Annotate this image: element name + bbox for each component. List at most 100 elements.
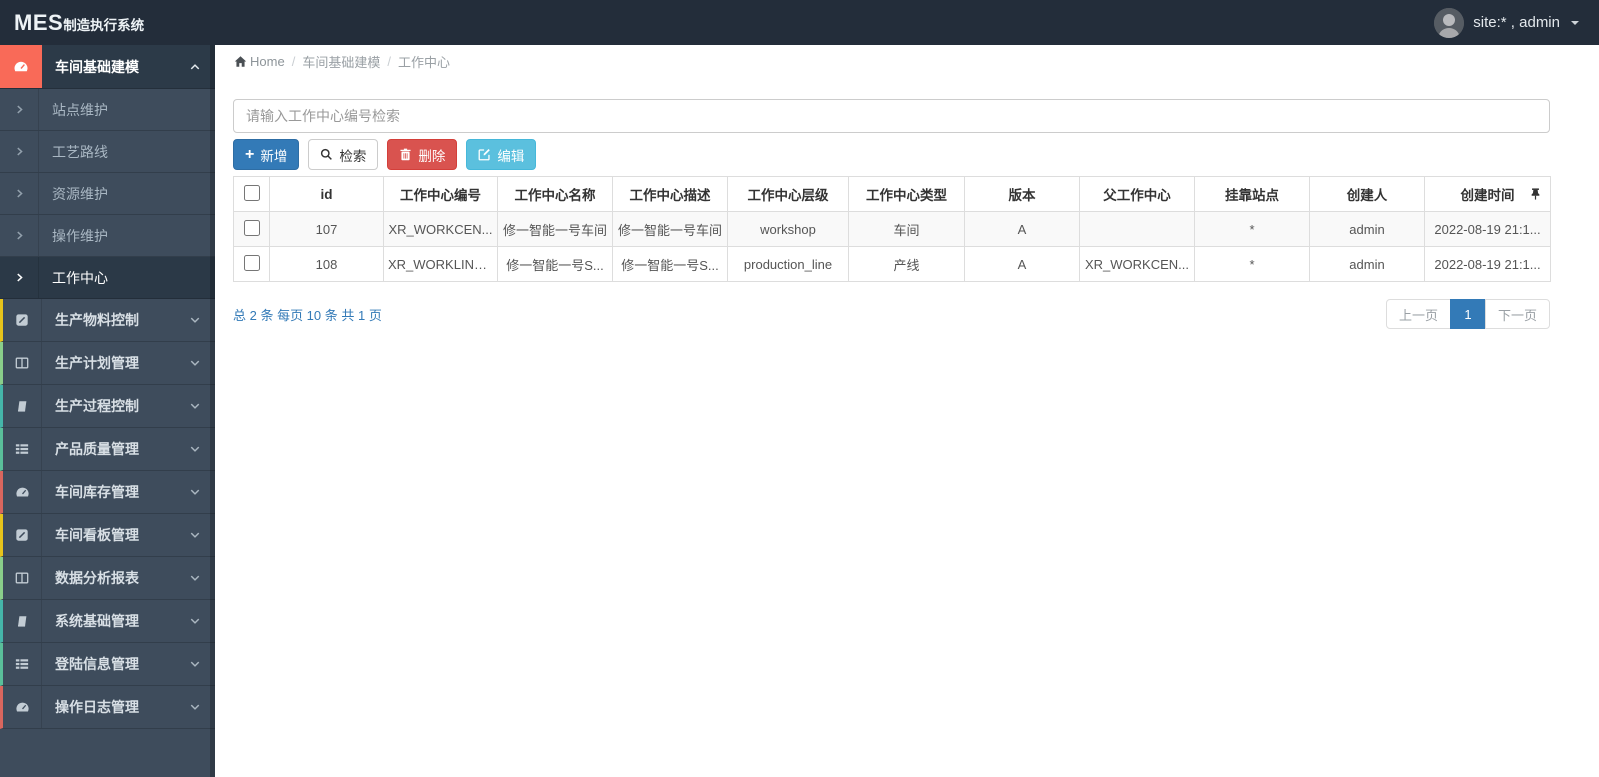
column-header-level[interactable]: 工作中心层级: [727, 176, 849, 212]
chevron-up-icon: [189, 61, 201, 73]
sidebar-item-label: 登陆信息管理: [55, 656, 139, 672]
sidebar-item-quality-management[interactable]: 产品质量管理: [0, 428, 215, 471]
sidebar-item-operation-maintenance[interactable]: 操作维护: [0, 215, 215, 257]
sidebar-item-workshop-modeling[interactable]: 车间基础建模: [0, 45, 215, 89]
sidebar-item-login-info-management[interactable]: 登陆信息管理: [0, 643, 215, 686]
column-header-id[interactable]: id: [269, 176, 384, 212]
column-header-created-time[interactable]: 创建时间: [1424, 176, 1551, 212]
sidebar-item-plan-management[interactable]: 生产计划管理: [0, 342, 215, 385]
breadcrumb-section[interactable]: 车间基础建模: [302, 52, 380, 71]
chevron-down-icon: [189, 400, 201, 412]
page-1-button[interactable]: 1: [1449, 299, 1486, 329]
cell-code: XR_WORKCEN...: [383, 211, 498, 247]
select-all-cell: [233, 176, 270, 212]
cell-name: 修一智能一号S...: [497, 246, 613, 282]
pin-icon[interactable]: [1530, 188, 1541, 200]
sidebar-item-kanban-management[interactable]: 车间看板管理: [0, 514, 215, 557]
breadcrumb-home-link[interactable]: Home: [234, 54, 285, 69]
column-header-parent[interactable]: 父工作中心: [1079, 176, 1195, 212]
delete-button[interactable]: 删除: [387, 139, 458, 170]
sidebar-item-label: 生产过程控制: [55, 398, 139, 414]
cell-description: 修一智能一号S...: [612, 246, 728, 282]
chevron-right-icon: [0, 131, 39, 172]
cell-code: XR_WORKLINE...: [383, 246, 498, 282]
edit-icon: [478, 148, 491, 161]
edit-button[interactable]: 编辑: [466, 139, 537, 170]
pagination-summary: 总 2 条 每页 10 条 共 1 页: [233, 307, 382, 323]
column-header-name[interactable]: 工作中心名称: [497, 176, 613, 212]
chevron-right-icon: [0, 173, 39, 214]
breadcrumb-separator: /: [387, 54, 391, 69]
cell-level: workshop: [727, 211, 849, 247]
sidebar: 车间基础建模 站点维护 工艺路线 资源维护 操作维护 工作中心 生产物料控制 生…: [0, 45, 215, 777]
cell-version: A: [964, 211, 1080, 247]
home-icon: [234, 55, 247, 68]
user-menu[interactable]: site:* , admin: [1434, 7, 1599, 38]
row-checkbox[interactable]: [243, 219, 260, 236]
columns-icon: [3, 342, 42, 384]
next-page-button[interactable]: 下一页: [1484, 299, 1550, 329]
search-icon: [320, 148, 333, 161]
sidebar-item-material-control[interactable]: 生产物料控制: [0, 299, 215, 342]
sidebar-item-operation-log-management[interactable]: 操作日志管理: [0, 686, 215, 729]
sidebar-item-process-route[interactable]: 工艺路线: [0, 131, 215, 173]
sidebar-scrollbar[interactable]: [210, 45, 215, 777]
column-header-version[interactable]: 版本: [964, 176, 1080, 212]
search-input[interactable]: [233, 99, 1550, 133]
chevron-down-icon: [189, 615, 201, 627]
book-icon: [3, 600, 42, 642]
cell-type: 产线: [848, 246, 965, 282]
column-header-description[interactable]: 工作中心描述: [612, 176, 728, 212]
content: + 新增 检索 删除 编辑: [215, 78, 1599, 329]
sidebar-item-label: 车间库存管理: [55, 484, 139, 500]
cell-created-time: 2022-08-19 21:1...: [1424, 211, 1551, 247]
sidebar-item-site-maintenance[interactable]: 站点维护: [0, 89, 215, 131]
table-header-row: id 工作中心编号 工作中心名称 工作中心描述 工作中心层级 工作中心类型 版本…: [233, 176, 1551, 212]
user-label: site:* , admin: [1473, 14, 1560, 31]
pencil-icon: [3, 514, 42, 556]
search-button[interactable]: 检索: [308, 139, 379, 170]
sidebar-item-process-control[interactable]: 生产过程控制: [0, 385, 215, 428]
breadcrumb: Home / 车间基础建模 / 工作中心: [215, 45, 1599, 78]
sidebar-item-inventory-management[interactable]: 车间库存管理: [0, 471, 215, 514]
top-bar: MES 制造执行系统 site:* , admin: [0, 0, 1599, 45]
chevron-right-icon: [0, 257, 39, 298]
sidebar-item-system-management[interactable]: 系统基础管理: [0, 600, 215, 643]
add-button[interactable]: + 新增: [233, 139, 300, 170]
sidebar-item-label: 车间看板管理: [55, 527, 139, 543]
column-header-code[interactable]: 工作中心编号: [383, 176, 498, 212]
sidebar-item-label: 生产计划管理: [55, 355, 139, 371]
tachometer-icon: [0, 45, 42, 88]
cell-creator: admin: [1309, 246, 1425, 282]
pagination-bar: 总 2 条 每页 10 条 共 1 页 上一页 1 下一页: [233, 299, 1550, 329]
sidebar-item-resource-maintenance[interactable]: 资源维护: [0, 173, 215, 215]
cell-parent: XR_WORKCEN...: [1079, 246, 1195, 282]
column-header-site[interactable]: 挂靠站点: [1194, 176, 1310, 212]
row-checkbox[interactable]: [243, 254, 260, 271]
columns-icon: [3, 557, 42, 599]
select-all-checkbox[interactable]: [243, 184, 260, 201]
column-header-label: 创建时间: [1460, 188, 1515, 203]
breadcrumb-separator: /: [291, 54, 296, 69]
cell-type: 车间: [848, 211, 965, 247]
sidebar-item-work-center[interactable]: 工作中心: [0, 257, 215, 299]
sidebar-item-label: 系统基础管理: [55, 613, 139, 629]
trash-icon: [399, 148, 412, 161]
cell-version: A: [964, 246, 1080, 282]
sidebar-item-label: 工艺路线: [52, 143, 108, 160]
cell-name: 修一智能一号车间: [497, 211, 613, 247]
sidebar-item-analysis-reports[interactable]: 数据分析报表: [0, 557, 215, 600]
brand-mes: MES: [14, 9, 64, 35]
cell-site: *: [1194, 211, 1310, 247]
sidebar-item-label: 车间基础建模: [55, 58, 139, 75]
breadcrumb-current: 工作中心: [397, 55, 450, 70]
column-header-creator[interactable]: 创建人: [1309, 176, 1425, 212]
chevron-down-icon: [189, 658, 201, 670]
prev-page-button[interactable]: 上一页: [1385, 299, 1451, 329]
sidebar-item-label: 资源维护: [52, 185, 108, 202]
sidebar-item-label: 操作日志管理: [55, 699, 139, 715]
chevron-down-icon: [189, 314, 201, 326]
avatar: [1434, 7, 1465, 38]
sidebar-item-label: 数据分析报表: [55, 570, 139, 586]
column-header-type[interactable]: 工作中心类型: [848, 176, 965, 212]
